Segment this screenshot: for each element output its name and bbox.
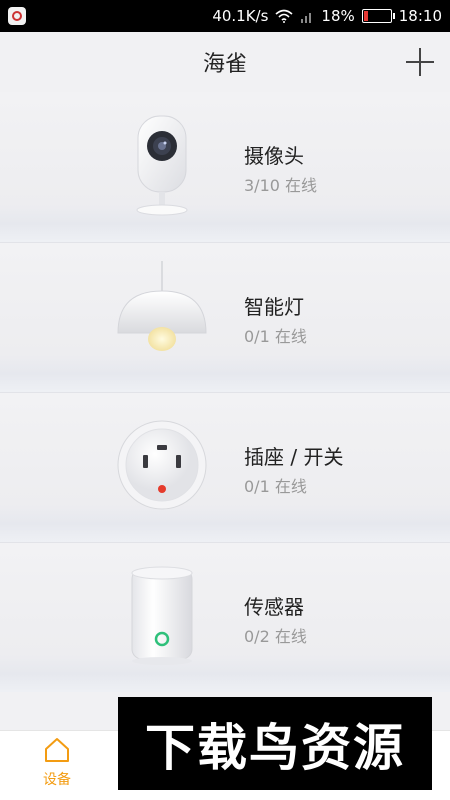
device-list: 摄像头 3/10 在线 智能灯 0/1 在线 插座 / 开关 0/1 在线 传感…: [0, 92, 450, 692]
watermark: 下载鸟资源: [118, 697, 432, 790]
app-icon: [8, 7, 26, 25]
device-online-status: 0/1 在线: [244, 477, 307, 496]
status-bar: 40.1K/s 18% 18:10: [0, 0, 450, 32]
home-icon: [45, 738, 69, 762]
battery-icon: [361, 9, 395, 23]
camera-icon: [136, 115, 188, 216]
device-card-socket[interactable]: 插座 / 开关 0/1 在线: [0, 392, 450, 542]
add-device-button[interactable]: [404, 46, 436, 78]
device-name: 智能灯: [244, 295, 304, 319]
device-name: 传感器: [244, 595, 304, 619]
device-card-lamp[interactable]: 智能灯 0/1 在线: [0, 242, 450, 392]
device-card-sensor[interactable]: 传感器 0/2 在线: [0, 542, 450, 692]
wifi-icon: [275, 9, 293, 23]
page-title: 海雀: [202, 52, 247, 77]
lamp-icon: [117, 261, 207, 351]
network-speed: 40.1K/s: [212, 7, 269, 25]
tab-label: 设备: [43, 772, 71, 788]
battery-percent: 18%: [321, 7, 355, 25]
signal-icon: [301, 13, 312, 23]
device-card-camera[interactable]: 摄像头 3/10 在线: [0, 92, 450, 242]
device-online-status: 0/2 在线: [244, 627, 307, 646]
device-online-status: 0/1 在线: [244, 327, 307, 346]
app-header: 海雀: [0, 32, 450, 92]
clock: 18:10: [398, 7, 442, 25]
sensor-icon: [131, 566, 193, 665]
watermark-text: 下载鸟资源: [145, 718, 405, 777]
device-online-status: 3/10 在线: [244, 176, 318, 195]
device-name: 摄像头: [244, 144, 304, 168]
device-name: 插座 / 开关: [244, 445, 344, 469]
tab-devices[interactable]: 设备: [22, 737, 92, 797]
status-indicators: 40.1K/s 18% 18:10: [212, 7, 442, 25]
socket-icon: [117, 420, 207, 510]
